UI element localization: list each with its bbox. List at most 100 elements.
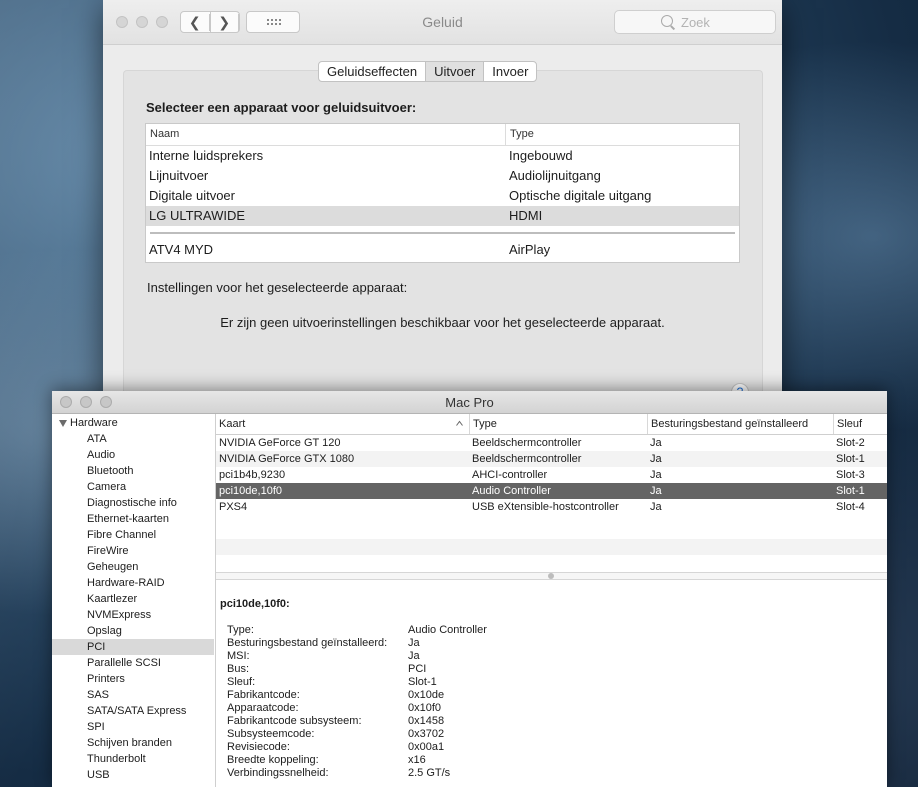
sidebar-item[interactable]: Schijven branden: [52, 735, 214, 751]
device-name: Digitale uitvoer: [149, 188, 235, 203]
sidebar-item-label: Fibre Channel: [87, 529, 157, 541]
sidebar-item[interactable]: Camera: [52, 479, 214, 495]
sidebar-item[interactable]: PCI: [52, 639, 214, 655]
table-row[interactable]: NVIDIA GeForce GTX 1080 Beeldschermcontro…: [216, 451, 887, 467]
output-device-table: Naam Type Interne luidsprekers Ingebouwd…: [145, 123, 740, 263]
column-header-type[interactable]: Type: [469, 414, 647, 434]
splitter-handle-icon[interactable]: [548, 573, 554, 579]
system-information-window: Mac Pro Hardware ATA Audio Bluetooth Camera…: [52, 391, 887, 787]
tab-bar: Geluidseffecten Uitvoer Invoer: [318, 61, 538, 82]
slot: Slot-4: [836, 501, 865, 513]
table-row[interactable]: ATV4 MYD AirPlay: [146, 240, 739, 260]
sidebar-item[interactable]: Opslag: [52, 623, 214, 639]
column-header-driver[interactable]: Besturingsbestand geïnstalleerd: [647, 414, 833, 434]
sidebar-item[interactable]: Geheugen: [52, 559, 214, 575]
column-header-slot[interactable]: Sleuf: [833, 414, 887, 434]
table-row[interactable]: Interne luidsprekers Ingebouwd: [146, 146, 739, 166]
device-type: HDMI: [509, 208, 543, 223]
window-title: Mac Pro: [445, 395, 494, 410]
device-name: ATV4 MYD: [149, 242, 214, 257]
sidebar-item[interactable]: Hardware-RAID: [52, 575, 214, 591]
sidebar-group-hardware[interactable]: Hardware: [59, 415, 118, 431]
sort-ascending-icon: [456, 420, 463, 426]
detail-key: Fabrikantcode subsysteem:: [227, 715, 362, 727]
sidebar: Hardware ATA Audio Bluetooth Camera Diagnost…: [52, 414, 216, 787]
detail-key: Bus:: [227, 663, 250, 675]
slot: Slot-1: [836, 485, 865, 497]
sidebar-item[interactable]: USB: [52, 767, 214, 783]
sidebar-item[interactable]: Fibre Channel: [52, 527, 214, 543]
no-settings-message: Er zijn geen uitvoerinstellingen beschik…: [220, 315, 665, 330]
main-content: Kaart Type Besturingsbestand geïnstallee…: [216, 414, 887, 787]
detail-value: 0x10de: [408, 689, 445, 701]
sidebar-item[interactable]: SPI: [52, 719, 214, 735]
select-device-label: Selecteer een apparaat voor geluidsuitvo…: [146, 100, 417, 115]
tab-output[interactable]: Uitvoer: [426, 62, 485, 81]
column-header-type[interactable]: Type: [505, 124, 534, 145]
card-type: Beeldschermcontroller: [472, 437, 582, 449]
sidebar-item-label: Parallelle SCSI: [87, 657, 161, 669]
sidebar-item[interactable]: Bluetooth: [52, 463, 214, 479]
card-name: NVIDIA GeForce GT 120: [219, 437, 341, 449]
table-row[interactable]: PXS4 USB eXtensible-hostcontroller Ja Slot-…: [216, 499, 887, 515]
sidebar-item[interactable]: Printers: [52, 671, 214, 687]
empty-row: [216, 539, 887, 555]
table-row[interactable]: pci1b4b,9230 AHCI-controller Ja Slot-3: [216, 467, 887, 483]
sidebar-item-label: Diagnostische info: [87, 497, 177, 509]
sidebar-item[interactable]: Thunderbolt: [52, 751, 214, 767]
device-name: Interne luidsprekers: [149, 148, 264, 163]
detail-value: Ja: [408, 650, 420, 662]
sidebar-item[interactable]: SATA/SATA Express: [52, 703, 214, 719]
settings-label: Instellingen voor het geselecteerde appa…: [147, 280, 408, 295]
slot: Slot-3: [836, 469, 865, 481]
table-row[interactable]: NVIDIA GeForce GT 120 Beeldschermcontroll…: [216, 435, 887, 451]
table-row[interactable]: Digitale uitvoer Optische digitale uitga…: [146, 186, 739, 206]
sidebar-item[interactable]: Parallelle SCSI: [52, 655, 214, 671]
detail-key: Breedte koppeling:: [227, 754, 319, 766]
detail-value: 2.5 GT/s: [408, 767, 451, 779]
sidebar-item[interactable]: Kaartlezer: [52, 591, 214, 607]
detail-value: x16: [408, 754, 426, 766]
sidebar-item-label: SPI: [87, 721, 105, 733]
sound-preferences-window: ❮ ❯ Geluid Zoek Geluidseffecten Uitvoer …: [103, 0, 782, 401]
sidebar-item-label: Printers: [87, 673, 125, 685]
sidebar-item-label: FireWire: [87, 545, 129, 557]
split-view-divider[interactable]: [216, 572, 887, 580]
table-row-selected[interactable]: LG ULTRAWIDE HDMI: [146, 206, 739, 226]
table-row[interactable]: Lijnuitvoer Audiolijnuitgang: [146, 166, 739, 186]
sidebar-item[interactable]: SAS: [52, 687, 214, 703]
tab-input[interactable]: Invoer: [484, 62, 536, 81]
table-row-selected[interactable]: pci10de,10f0 Audio Controller Ja Slot-1: [216, 483, 887, 499]
column-header-label: Kaart: [219, 418, 246, 430]
sidebar-item[interactable]: ATA: [52, 431, 214, 447]
search-input[interactable]: Zoek: [614, 10, 776, 34]
detail-value: 0x10f0: [408, 702, 442, 714]
sidebar-item[interactable]: Ethernet-kaarten: [52, 511, 214, 527]
column-header-label: Sleuf: [837, 418, 863, 430]
sidebar-item-label: Camera: [87, 481, 127, 493]
sidebar-item-label: Ethernet-kaarten: [87, 513, 169, 525]
sidebar-item[interactable]: Diagnostische info: [52, 495, 214, 511]
detail-value: PCI: [408, 663, 427, 675]
column-header-name[interactable]: Naam: [150, 128, 179, 140]
sidebar-item[interactable]: Audio: [52, 447, 214, 463]
sidebar-item[interactable]: NVMExpress: [52, 607, 214, 623]
disclosure-triangle-icon[interactable]: [59, 419, 67, 427]
sidebar-item[interactable]: FireWire: [52, 543, 214, 559]
search-icon: [661, 15, 673, 27]
card-type: AHCI-controller: [472, 469, 548, 481]
sidebar-item-label: USB: [87, 769, 110, 781]
sidebar-item-label: Audio: [87, 449, 116, 461]
card-name: pci10de,10f0: [219, 485, 282, 497]
column-header-card[interactable]: Kaart: [216, 414, 469, 434]
sysinfo-titlebar: Mac Pro: [52, 391, 887, 414]
card-type: Audio Controller: [472, 485, 551, 497]
device-type: Ingebouwd: [509, 148, 573, 163]
search-placeholder: Zoek: [681, 15, 710, 30]
detail-value: Slot-1: [408, 676, 437, 688]
sidebar-group-label: Hardware: [70, 417, 118, 429]
sidebar-item-label: Kaartlezer: [87, 593, 138, 605]
tab-sound-effects[interactable]: Geluidseffecten: [319, 62, 427, 81]
detail-value: Audio Controller: [408, 624, 487, 636]
device-type: Optische digitale uitgang: [509, 188, 652, 203]
